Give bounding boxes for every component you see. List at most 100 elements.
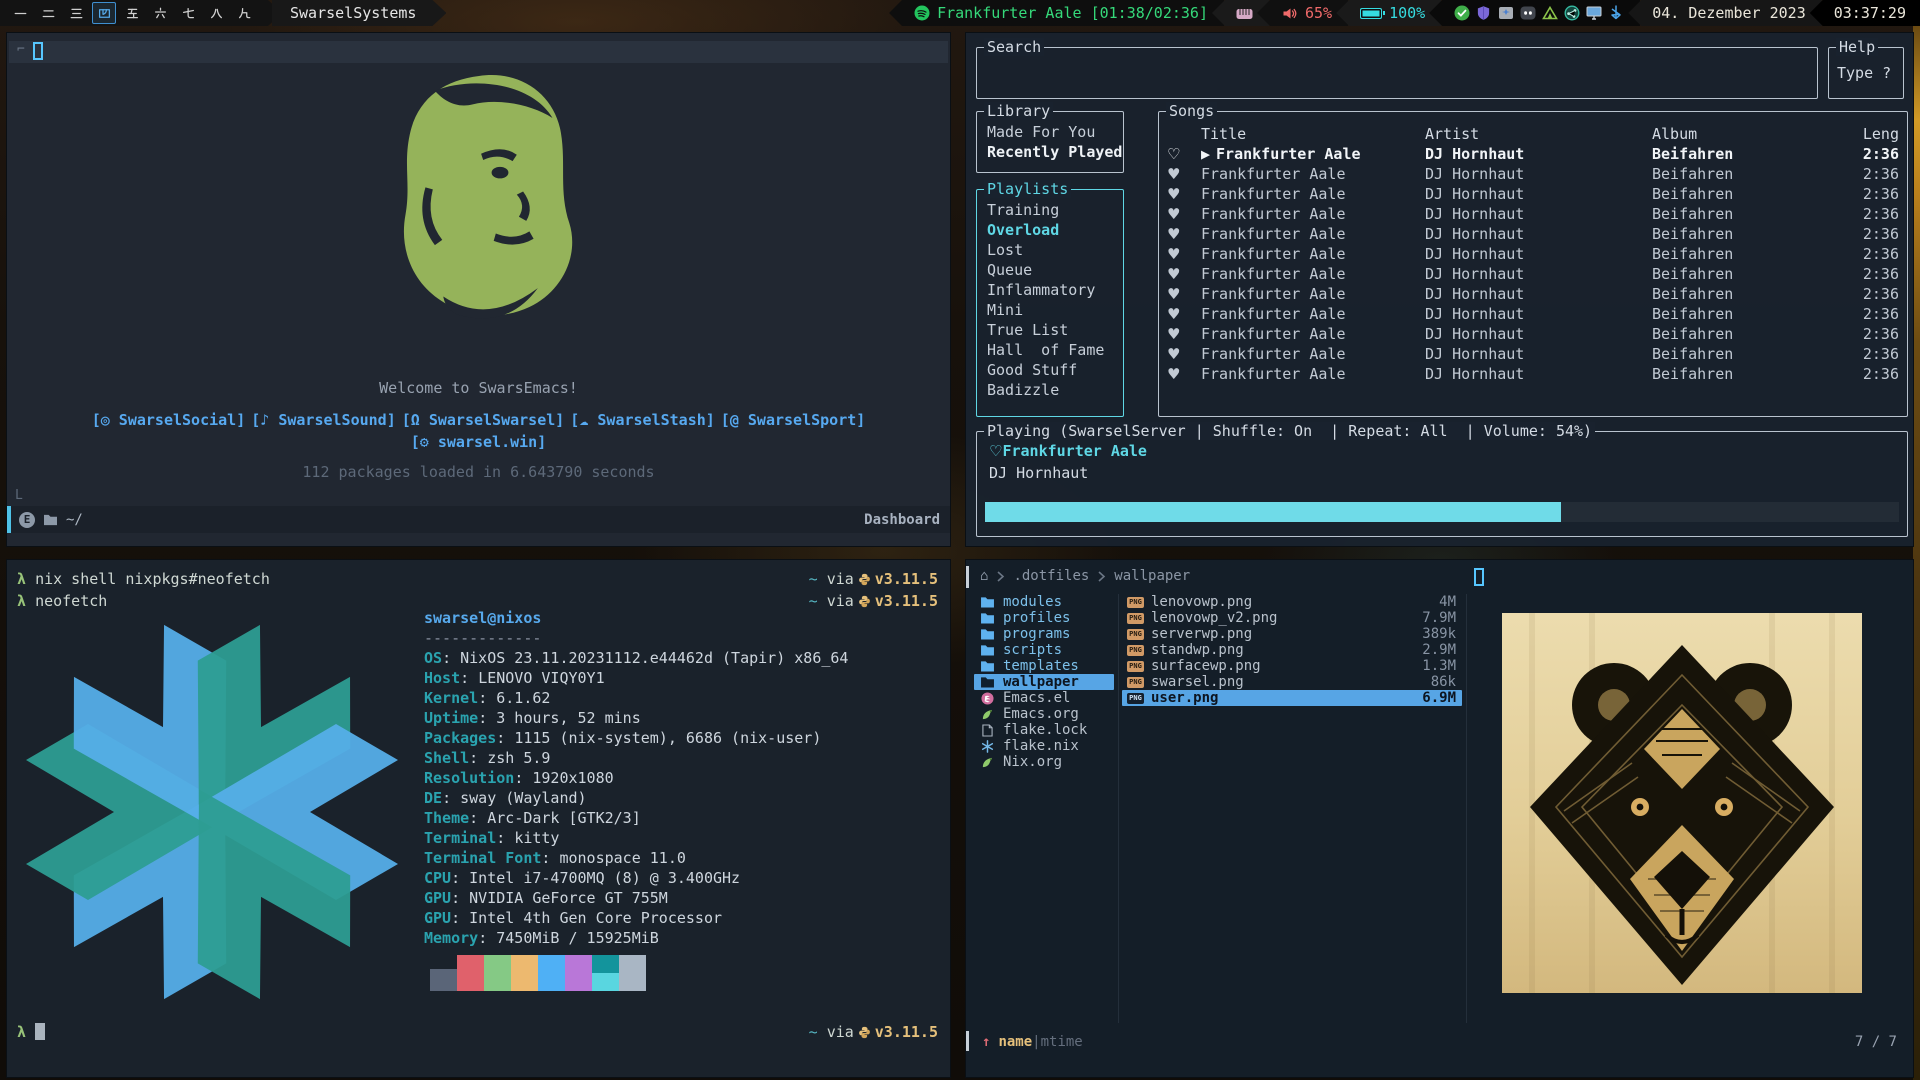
sidebar-item-emacs-org[interactable]: Emacs.org	[974, 706, 1114, 722]
song-length: 2:36	[1825, 184, 1899, 204]
song-row[interactable]: ♥Frankfurter AaleDJ HornhautBeifahren2:3…	[1159, 164, 1907, 184]
song-row[interactable]: ♥Frankfurter AaleDJ HornhautBeifahren2:3…	[1159, 184, 1907, 204]
file-row-serverwp-png[interactable]: PNGserverwp.png389k	[1122, 626, 1462, 642]
workspace-四[interactable]	[92, 2, 116, 24]
heart-filled-icon[interactable]: ♥	[1167, 164, 1201, 184]
workspace-一[interactable]	[8, 2, 32, 24]
heart-filled-icon[interactable]: ♥	[1167, 264, 1201, 284]
workspace-二[interactable]	[36, 2, 60, 24]
shield-icon[interactable]	[1475, 5, 1492, 22]
dashboard-link-swarselstash[interactable]: [☁ SwarselStash]	[570, 411, 715, 429]
sidebar-item-flake-lock[interactable]: flake.lock	[974, 722, 1114, 738]
file-row-surfacewp-png[interactable]: PNGsurfacewp.png1.3M	[1122, 658, 1462, 674]
song-length: 2:36	[1825, 344, 1899, 364]
song-album: Beifahren	[1652, 184, 1825, 204]
command-line-2: λ neofetch	[17, 592, 107, 610]
now-playing-module[interactable]: Frankfurter Aale [01:38/02:36]	[889, 0, 1224, 26]
song-row[interactable]: ♥Frankfurter AaleDJ HornhautBeifahren2:3…	[1159, 364, 1907, 384]
sidebar-item-emacs-el[interactable]: Emacs.el	[974, 690, 1114, 706]
dashboard-link-swarselsport[interactable]: [@ SwarselSport]	[721, 411, 866, 429]
song-row[interactable]: ♥Frankfurter AaleDJ HornhautBeifahren2:3…	[1159, 324, 1907, 344]
dashboard-link-swarselsound[interactable]: [♪ SwarselSound]	[251, 411, 396, 429]
file-name: templates	[1003, 658, 1079, 674]
playlist-item-badizzle[interactable]: Badizzle	[987, 380, 1123, 400]
heart-filled-icon[interactable]: ♥	[1167, 304, 1201, 324]
bluetooth-icon[interactable]	[1607, 5, 1624, 22]
song-row[interactable]: ♥Frankfurter AaleDJ HornhautBeifahren2:3…	[1159, 304, 1907, 324]
playlist-item-good-stuff[interactable]: Good Stuff	[987, 360, 1123, 380]
remote-desktop-icon[interactable]	[1585, 5, 1602, 22]
song-album: Beifahren	[1652, 204, 1825, 224]
buffer-path: ~/	[66, 512, 83, 528]
file-row-swarsel-png[interactable]: PNGswarsel.png86k	[1122, 674, 1462, 690]
workspace-五[interactable]	[120, 2, 144, 24]
sync-icon[interactable]	[1497, 5, 1514, 22]
library-item-recently-played[interactable]: Recently Played	[987, 142, 1123, 162]
song-row[interactable]: ♥Frankfurter AaleDJ HornhautBeifahren2:3…	[1159, 264, 1907, 284]
song-row[interactable]: ♥Frankfurter AaleDJ HornhautBeifahren2:3…	[1159, 204, 1907, 224]
playlist-item-true-list[interactable]: True List	[987, 320, 1123, 340]
workspace-六[interactable]	[148, 2, 172, 24]
heart-filled-icon[interactable]: ♥	[1167, 364, 1201, 384]
playlist-item-queue[interactable]: Queue	[987, 260, 1123, 280]
heart-outline-icon[interactable]: ♡	[1167, 144, 1201, 164]
heart-filled-icon[interactable]: ♥	[1167, 284, 1201, 304]
playlist-item-lost[interactable]: Lost	[987, 240, 1123, 260]
workspace-三[interactable]	[64, 2, 88, 24]
song-row[interactable]: ♥Frankfurter AaleDJ HornhautBeifahren2:3…	[1159, 344, 1907, 364]
volume-module[interactable]: 65%	[1257, 0, 1348, 26]
file-row-standwp-png[interactable]: PNGstandwp.png2.9M	[1122, 642, 1462, 658]
sidebar-item-scripts[interactable]: scripts	[974, 642, 1114, 658]
heart-filled-icon[interactable]: ♥	[1167, 224, 1201, 244]
clock-module[interactable]: 03:37:29	[1810, 0, 1920, 26]
file-row-lenovowp_v2-png[interactable]: PNGlenovowp_v2.png7.9M	[1122, 610, 1462, 626]
file-row-lenovowp-png[interactable]: PNGlenovowp.png4M	[1122, 594, 1462, 610]
workspace-八[interactable]	[204, 2, 228, 24]
song-row[interactable]: ♡▶Frankfurter AaleDJ HornhautBeifahren2:…	[1159, 144, 1907, 164]
dashboard-link-swarselswarsel[interactable]: [Ω SwarselSwarsel]	[402, 411, 565, 429]
sidebar-item-nix-org[interactable]: Nix.org	[974, 754, 1114, 770]
chevron-right-icon	[996, 571, 1005, 582]
heart-filled-icon[interactable]: ♥	[1167, 244, 1201, 264]
heart-filled-icon[interactable]: ♥	[1167, 324, 1201, 344]
sort-field: name	[998, 1034, 1032, 1050]
checkmark-icon[interactable]	[1453, 5, 1470, 22]
playlist-item-inflammatory[interactable]: Inflammatory	[987, 280, 1123, 300]
heart-filled-icon[interactable]: ♥	[1167, 344, 1201, 364]
modeline-accent-bar	[7, 506, 11, 533]
shell-prompt[interactable]: λ	[17, 1023, 45, 1041]
workspace-七[interactable]	[176, 2, 200, 24]
dashboard-link-swarselsocial[interactable]: [◎ SwarselSocial]	[92, 411, 246, 429]
sidebar-item-programs[interactable]: programs	[974, 626, 1114, 642]
discord-icon[interactable]	[1519, 5, 1536, 22]
dashboard-link-swarsel-win[interactable]: [⚙ swarsel.win]	[7, 433, 950, 451]
sidebar-item-flake-nix[interactable]: flake.nix	[974, 738, 1114, 754]
search-box[interactable]: Search	[976, 47, 1818, 99]
breadcrumb-part[interactable]: wallpaper	[1114, 568, 1190, 584]
date-module[interactable]: 04. Dezember 2023	[1628, 0, 1822, 26]
file-row-user-png[interactable]: PNGuser.png6.9M	[1122, 690, 1462, 706]
sidebar-item-profiles[interactable]: profiles	[974, 610, 1114, 626]
playlist-item-overload[interactable]: Overload	[987, 220, 1123, 240]
song-row[interactable]: ♥Frankfurter AaleDJ HornhautBeifahren2:3…	[1159, 244, 1907, 264]
tent-icon[interactable]	[1541, 5, 1558, 22]
sidebar-item-wallpaper[interactable]: wallpaper	[974, 674, 1114, 690]
heart-filled-icon[interactable]: ♥	[1167, 204, 1201, 224]
song-row[interactable]: ♥Frankfurter AaleDJ HornhautBeifahren2:3…	[1159, 224, 1907, 244]
playlist-item-mini[interactable]: Mini	[987, 300, 1123, 320]
file-name: user.png	[1151, 690, 1218, 706]
sidebar-item-modules[interactable]: modules	[974, 594, 1114, 610]
playlist-item-training[interactable]: Training	[987, 200, 1123, 220]
progress-bar[interactable]	[985, 502, 1899, 522]
library-item-made-for-you[interactable]: Made For You	[987, 122, 1123, 142]
breadcrumb-part[interactable]: .dotfiles	[1013, 568, 1089, 584]
song-artist: DJ Hornhaut	[1425, 304, 1652, 324]
heart-filled-icon[interactable]: ♥	[1167, 184, 1201, 204]
syncthing-icon[interactable]	[1563, 5, 1580, 22]
playlist-item-hall-of-fame[interactable]: Hall of Fame	[987, 340, 1123, 360]
sidebar-item-templates[interactable]: templates	[974, 658, 1114, 674]
battery-module[interactable]: 100%	[1336, 0, 1441, 26]
song-row[interactable]: ♥Frankfurter AaleDJ HornhautBeifahren2:3…	[1159, 284, 1907, 304]
workspace-九[interactable]	[232, 2, 256, 24]
neofetch-field: GPU: NVIDIA GeForce GT 755M	[424, 888, 848, 908]
